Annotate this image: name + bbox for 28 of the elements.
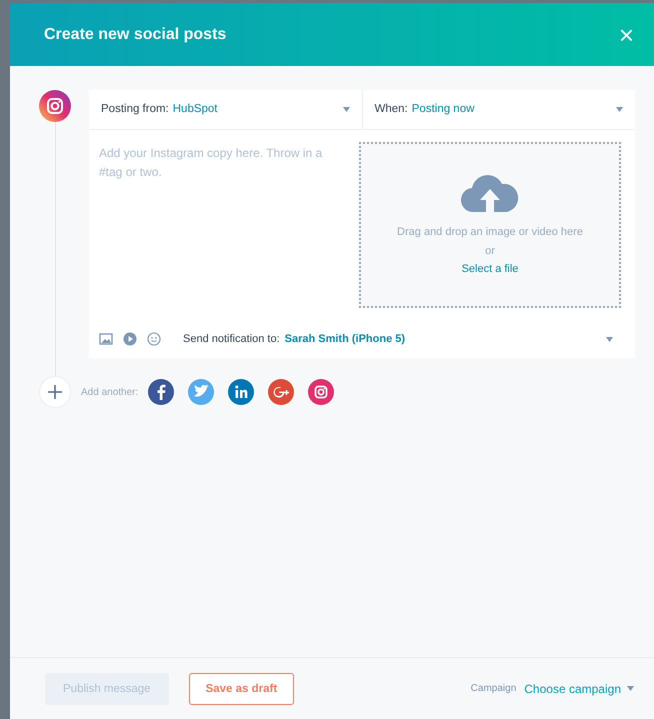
instagram-icon[interactable] — [308, 379, 334, 405]
close-button[interactable]: × — [618, 22, 634, 48]
campaign-dropdown[interactable]: Choose campaign — [524, 680, 634, 698]
drop-hint: Drag and drop an image or video here — [397, 225, 583, 240]
dialog-title: Create new social posts — [44, 24, 226, 44]
copy-field[interactable]: Add your Instagram copy here. Throw in a #tag or two. — [89, 130, 357, 320]
posting-from-dropdown[interactable]: Posting from: HubSpot — [89, 90, 362, 129]
caret-icon — [616, 107, 623, 112]
cloud-upload-icon — [460, 172, 520, 214]
twitter-icon[interactable] — [188, 379, 214, 405]
image-icon[interactable] — [99, 332, 113, 346]
instagram-icon — [39, 90, 71, 122]
play-icon[interactable] — [123, 332, 137, 346]
select-file-link[interactable]: Select a file — [462, 261, 518, 278]
caret-icon — [627, 686, 634, 691]
add-icon[interactable] — [39, 376, 71, 408]
caret-icon — [606, 336, 613, 342]
when-dropdown[interactable]: When: Posting now — [362, 90, 635, 129]
caret-icon — [342, 107, 350, 112]
linkedin-icon[interactable] — [228, 379, 254, 405]
or-text: or — [485, 244, 495, 259]
facebook-icon[interactable] — [148, 379, 174, 405]
googleplus-icon[interactable] — [268, 379, 294, 405]
upload-drop-zone[interactable]: Drag and drop an image or video here or Select a file — [359, 142, 621, 308]
add-another-label: Add another: — [81, 386, 138, 400]
emoji-icon[interactable] — [147, 332, 161, 346]
campaign-label: Campaign — [470, 682, 516, 696]
save-draft-button[interactable]: Save as draft — [188, 672, 294, 704]
